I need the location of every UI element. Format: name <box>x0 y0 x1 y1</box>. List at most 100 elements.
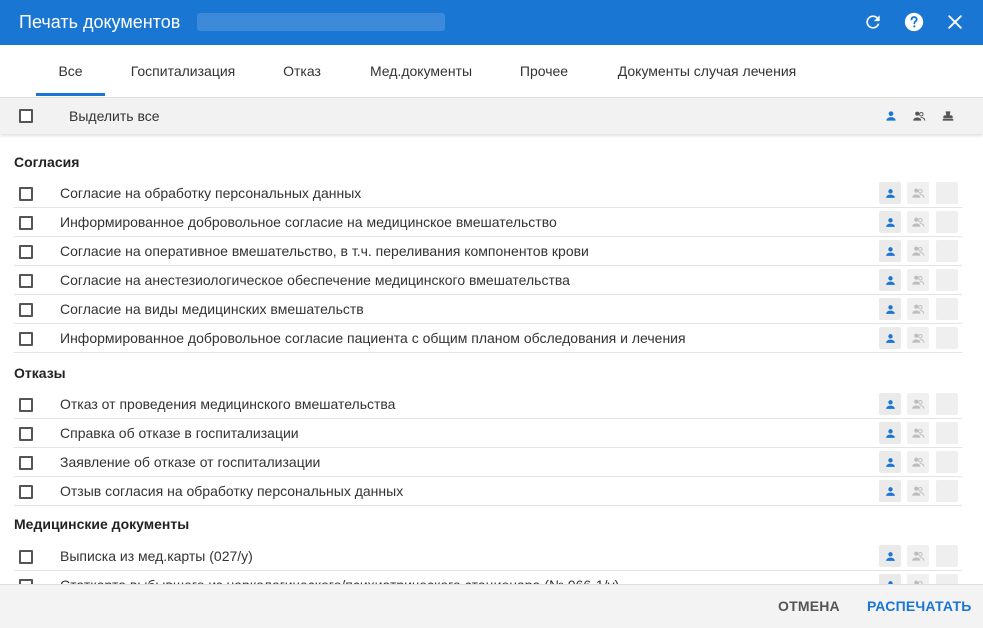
document-label[interactable]: Заявление об отказе от госпитализации <box>60 454 320 470</box>
stamp-slot <box>936 211 958 233</box>
document-row[interactable]: Согласие на анестезиологическое обеспече… <box>14 266 962 295</box>
document-list[interactable]: Согласия Согласие на обработку персональн… <box>0 134 983 584</box>
document-row[interactable]: Статкарта выбывшего из наркологического/… <box>14 571 962 584</box>
document-label[interactable]: Согласие на анестезиологическое обеспече… <box>60 272 570 288</box>
document-row[interactable]: Информированное добровольное согласие па… <box>14 324 962 353</box>
document-row[interactable]: Отказ от проведения медицинского вмешате… <box>14 390 962 419</box>
document-checkbox[interactable] <box>19 427 33 441</box>
select-all-label[interactable]: Выделить все <box>69 108 160 124</box>
print-for-patient-button[interactable] <box>879 545 901 567</box>
print-for-patient-button[interactable] <box>879 182 901 204</box>
print-for-representative-button[interactable] <box>907 269 929 291</box>
people-icon <box>912 246 925 256</box>
print-for-representative-button[interactable] <box>907 327 929 349</box>
people-icon[interactable] <box>912 109 926 123</box>
print-for-representative-button[interactable] <box>907 451 929 473</box>
help-icon <box>904 12 924 32</box>
print-button[interactable]: РАСПЕЧАТАТЬ <box>867 598 972 614</box>
cancel-button[interactable]: ОТМЕНА <box>778 598 840 614</box>
stamp-slot <box>936 545 958 567</box>
print-for-patient-button[interactable] <box>879 393 901 415</box>
document-label[interactable]: Согласие на оперативное вмешательство, в… <box>60 243 589 259</box>
dialog-footer: ОТМЕНА РАСПЕЧАТАТЬ <box>0 584 983 628</box>
document-checkbox[interactable] <box>19 550 33 564</box>
print-for-representative-button[interactable] <box>907 393 929 415</box>
document-label[interactable]: Информированное добровольное согласие па… <box>60 330 686 346</box>
document-label[interactable]: Справка об отказе в госпитализации <box>60 425 299 441</box>
stamp-slot <box>936 480 958 502</box>
tab-refusal[interactable]: Отказ <box>275 45 329 97</box>
stamp-slot <box>936 574 958 584</box>
print-for-representative-button[interactable] <box>907 574 929 584</box>
document-row[interactable]: Согласие на оперативное вмешательство, в… <box>14 237 962 266</box>
document-checkbox[interactable] <box>19 216 33 230</box>
close-button[interactable] <box>943 10 967 34</box>
tab-medical-documents[interactable]: Мед.документы <box>360 45 482 97</box>
dialog-title: Печать документов <box>19 12 181 32</box>
stamp-icon[interactable] <box>941 109 955 123</box>
print-for-patient-button[interactable] <box>879 451 901 473</box>
document-row[interactable]: Согласие на виды медицинских вмешательст… <box>14 295 962 324</box>
document-checkbox[interactable] <box>19 274 33 288</box>
document-label[interactable]: Отзыв согласия на обработку персональных… <box>60 483 403 499</box>
people-icon <box>912 188 925 198</box>
tab-all[interactable]: Все <box>36 45 105 97</box>
print-for-patient-button[interactable] <box>879 422 901 444</box>
stamp-slot <box>936 327 958 349</box>
document-checkbox[interactable] <box>19 245 33 259</box>
print-for-representative-button[interactable] <box>907 240 929 262</box>
document-checkbox[interactable] <box>19 187 33 201</box>
people-icon <box>912 333 925 343</box>
person-icon[interactable] <box>884 109 898 123</box>
document-checkbox[interactable] <box>19 485 33 499</box>
print-for-patient-button[interactable] <box>879 211 901 233</box>
people-icon <box>912 217 925 227</box>
section-title: Медицинские документы <box>14 516 190 532</box>
tab-other[interactable]: Прочее <box>512 45 576 97</box>
people-icon <box>912 486 925 496</box>
person-icon <box>885 399 895 409</box>
document-label[interactable]: Статкарта выбывшего из наркологического/… <box>60 577 619 584</box>
print-for-representative-button[interactable] <box>907 480 929 502</box>
print-for-patient-button[interactable] <box>879 269 901 291</box>
document-label[interactable]: Выписка из мед.карты (027/у) <box>60 548 253 564</box>
document-label[interactable]: Информированное добровольное согласие на… <box>60 214 557 230</box>
people-icon <box>912 428 925 438</box>
print-for-representative-button[interactable] <box>907 298 929 320</box>
section-title: Согласия <box>14 154 80 170</box>
document-row[interactable]: Информированное добровольное согласие на… <box>14 208 962 237</box>
person-icon <box>885 275 895 285</box>
tab-hospitalization[interactable]: Госпитализация <box>122 45 244 97</box>
select-all-checkbox[interactable] <box>19 109 33 123</box>
people-icon <box>912 399 925 409</box>
document-label[interactable]: Согласие на обработку персональных данны… <box>60 185 361 201</box>
document-checkbox[interactable] <box>19 332 33 346</box>
document-row[interactable]: Справка об отказе в госпитализации <box>14 419 962 448</box>
person-icon <box>885 246 895 256</box>
print-for-patient-button[interactable] <box>879 298 901 320</box>
print-for-representative-button[interactable] <box>907 422 929 444</box>
people-icon <box>912 457 925 467</box>
document-row[interactable]: Выписка из мед.карты (027/у) <box>14 542 962 571</box>
print-for-patient-button[interactable] <box>879 240 901 262</box>
print-for-representative-button[interactable] <box>907 211 929 233</box>
stamp-slot <box>936 269 958 291</box>
person-icon <box>885 217 895 227</box>
document-label[interactable]: Согласие на виды медицинских вмешательст… <box>60 301 364 317</box>
document-row[interactable]: Согласие на обработку персональных данны… <box>14 179 962 208</box>
refresh-button[interactable] <box>861 10 885 34</box>
print-for-patient-button[interactable] <box>879 480 901 502</box>
document-row[interactable]: Отзыв согласия на обработку персональных… <box>14 477 962 506</box>
person-icon <box>885 486 895 496</box>
print-for-patient-button[interactable] <box>879 574 901 584</box>
document-checkbox[interactable] <box>19 398 33 412</box>
document-label[interactable]: Отказ от проведения медицинского вмешате… <box>60 396 395 412</box>
document-checkbox[interactable] <box>19 303 33 317</box>
help-button[interactable] <box>902 10 926 34</box>
tab-treatment-case-documents[interactable]: Документы случая лечения <box>607 45 807 97</box>
print-for-representative-button[interactable] <box>907 182 929 204</box>
print-for-patient-button[interactable] <box>879 327 901 349</box>
document-checkbox[interactable] <box>19 456 33 470</box>
print-for-representative-button[interactable] <box>907 545 929 567</box>
document-row[interactable]: Заявление об отказе от госпитализации <box>14 448 962 477</box>
